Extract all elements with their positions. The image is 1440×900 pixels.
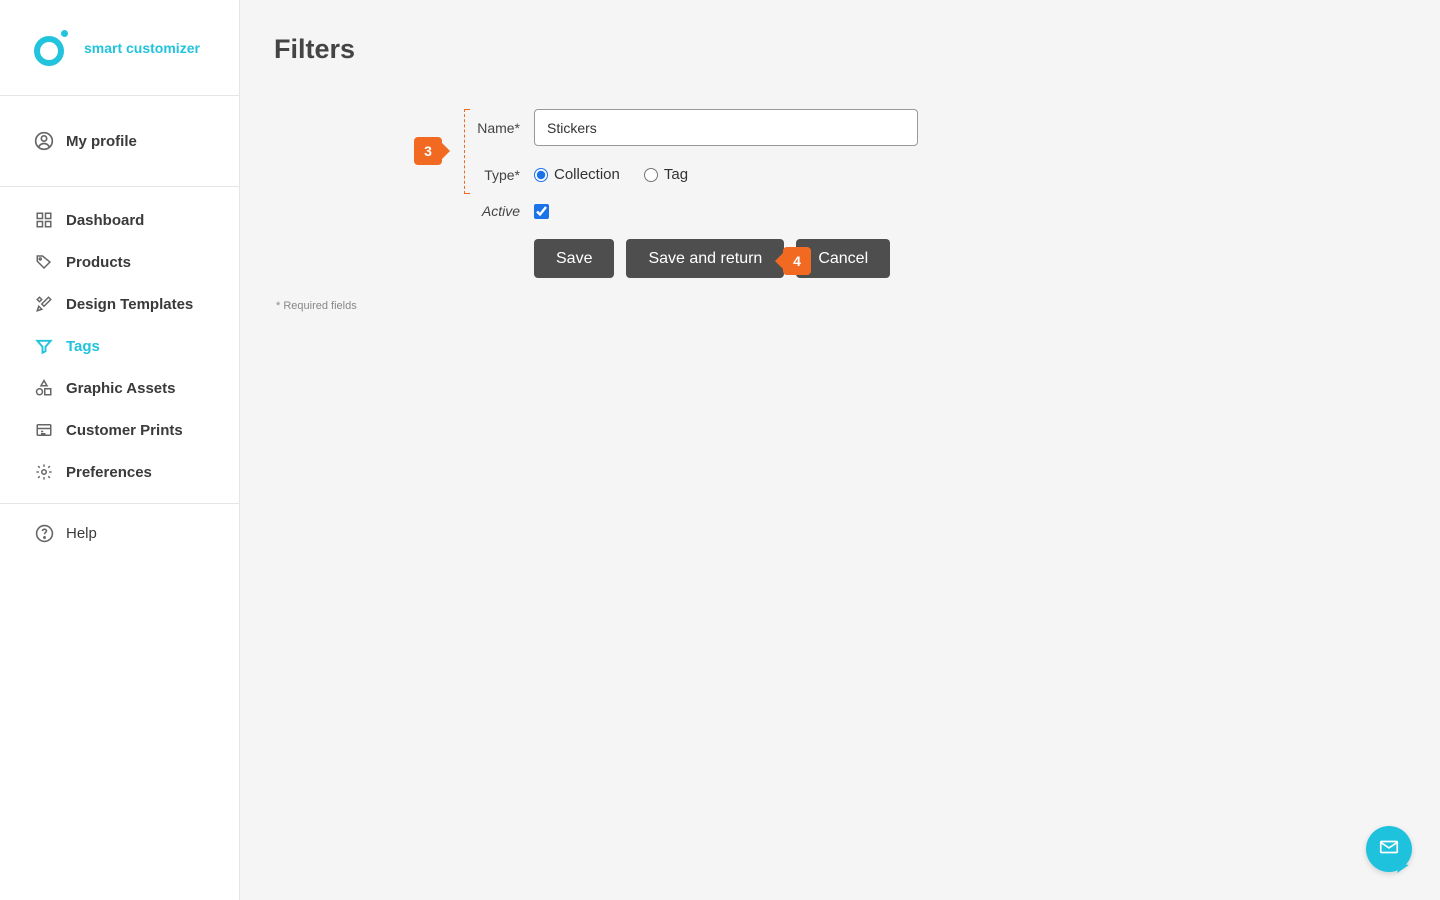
page-title: Filters: [274, 34, 1440, 65]
callout-step-4: 4: [783, 247, 811, 275]
chat-fab[interactable]: [1366, 826, 1412, 872]
tag-icon: [34, 252, 54, 272]
gear-icon: [34, 462, 54, 482]
form-row-name: Name*: [274, 109, 1440, 146]
save-button[interactable]: Save: [534, 239, 614, 278]
form-row-active: Active: [274, 203, 1440, 219]
required-fields-note: * Required fields: [276, 300, 1440, 312]
type-radio-group: Collection Tag: [534, 166, 688, 183]
dashboard-icon: [34, 210, 54, 230]
sidebar-item-dashboard[interactable]: Dashboard: [0, 199, 239, 241]
filter-icon: [34, 336, 54, 356]
name-label: Name*: [274, 120, 534, 136]
sidebar-item-graphic-assets[interactable]: Graphic Assets: [0, 367, 239, 409]
type-radio-label: Tag: [664, 166, 688, 183]
sidebar-item-label: Preferences: [66, 464, 152, 481]
sidebar-item-label: Design Templates: [66, 296, 193, 313]
sidebar-item-customer-prints[interactable]: Customer Prints: [0, 409, 239, 451]
profile-section: My profile: [0, 96, 239, 187]
type-label: Type*: [274, 167, 534, 183]
shapes-icon: [34, 378, 54, 398]
brand-logo-icon: [34, 30, 70, 66]
sidebar-item-design-templates[interactable]: Design Templates: [0, 283, 239, 325]
type-radio-collection[interactable]: [534, 168, 548, 182]
sidebar-item-preferences[interactable]: Preferences: [0, 451, 239, 493]
type-option-tag[interactable]: Tag: [644, 166, 688, 183]
callout-step-3: 3: [414, 137, 442, 165]
sidebar-item-label: My profile: [66, 133, 137, 150]
filter-form: 3 4 Name* Type* Collection Tag Active: [274, 109, 1440, 312]
type-radio-tag[interactable]: [644, 168, 658, 182]
form-button-row: Save Save and return Cancel: [534, 239, 1440, 278]
help-icon: [34, 523, 54, 543]
sidebar-item-tags[interactable]: Tags: [0, 325, 239, 367]
sidebar-item-help[interactable]: Help: [0, 512, 239, 554]
sidebar-item-label: Help: [66, 525, 97, 542]
name-input[interactable]: [534, 109, 918, 146]
sidebar-item-label: Tags: [66, 338, 100, 355]
prints-icon: [34, 420, 54, 440]
sidebar-item-label: Dashboard: [66, 212, 144, 229]
sidebar-item-products[interactable]: Products: [0, 241, 239, 283]
active-checkbox[interactable]: [534, 204, 549, 219]
type-radio-label: Collection: [554, 166, 620, 183]
active-label: Active: [274, 203, 534, 219]
sidebar-item-label: Graphic Assets: [66, 380, 176, 397]
type-option-collection[interactable]: Collection: [534, 166, 620, 183]
help-section: Help: [0, 503, 239, 554]
sidebar-item-label: Customer Prints: [66, 422, 183, 439]
sidebar-nav: Dashboard Products Design Templates: [0, 187, 239, 493]
tools-icon: [34, 294, 54, 314]
sidebar-item-my-profile[interactable]: My profile: [0, 120, 239, 162]
user-icon: [34, 131, 54, 151]
brand-logo-block[interactable]: smart customizer: [0, 0, 239, 96]
brand-name: smart customizer: [84, 40, 200, 56]
sidebar-item-label: Products: [66, 254, 131, 271]
callout-bracket: [464, 109, 470, 194]
main-content: Filters 3 4 Name* Type* Collection Tag: [240, 0, 1440, 900]
mail-icon: [1378, 836, 1400, 863]
form-row-type: Type* Collection Tag: [274, 166, 1440, 183]
sidebar: smart customizer My profile Dashboard: [0, 0, 240, 900]
save-and-return-button[interactable]: Save and return: [626, 239, 784, 278]
